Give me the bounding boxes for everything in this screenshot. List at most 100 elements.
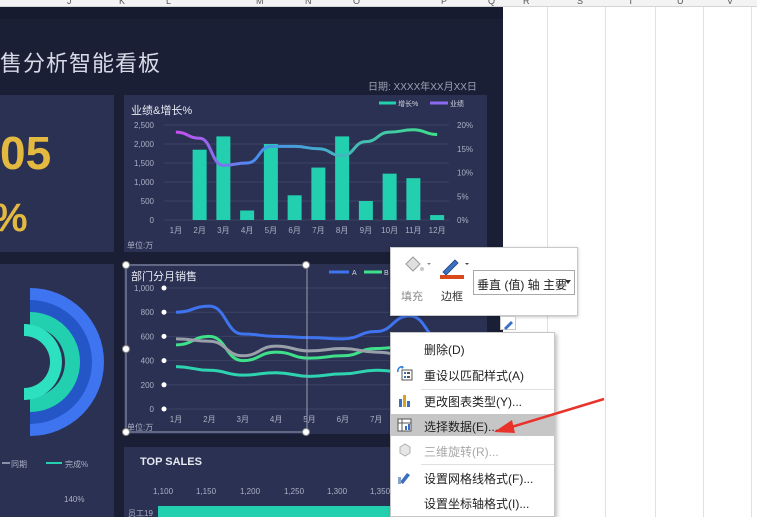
reset-style-icon xyxy=(397,366,413,381)
bar xyxy=(358,201,373,220)
column-header-t[interactable]: T xyxy=(628,0,634,6)
resize-handle-bottom-middle[interactable] xyxy=(302,428,310,436)
y-axis-tick: 2,000 xyxy=(134,140,155,149)
menu-item-label: 重设以匹配样式(A) xyxy=(424,369,524,383)
column-header-m[interactable]: M xyxy=(256,0,264,6)
menu-item-gridline-format[interactable]: 设置网格线格式(F)... xyxy=(391,466,554,488)
bar xyxy=(192,149,207,220)
x-axis-tick: 7月 xyxy=(370,415,382,424)
x-axis-tick: 9月 xyxy=(360,226,372,235)
y-axis-tick: 1,000 xyxy=(134,284,155,293)
x-axis-tick: 4月 xyxy=(241,226,253,235)
column-header-v[interactable]: V xyxy=(727,0,733,6)
y2-axis-tick: 10% xyxy=(457,169,473,178)
legend-label: B xyxy=(384,270,389,277)
top-sales-title: TOP SALES xyxy=(140,456,202,468)
completion-legend-glyphs xyxy=(2,462,62,464)
x-axis-tick: 3月 xyxy=(217,226,229,235)
menu-item-axis-format[interactable]: 设置坐标轴格式(I)... xyxy=(391,491,554,513)
menu-item-label: 选择数据(E)... xyxy=(424,420,498,434)
axis-handle xyxy=(161,382,167,388)
column-header-n[interactable]: N xyxy=(305,0,312,6)
y-axis-tick: 0 xyxy=(150,216,155,225)
column-header-s[interactable]: S xyxy=(577,0,583,6)
x-axis-tick: 2月 xyxy=(193,226,205,235)
kpi-value: 05 xyxy=(0,127,52,179)
column-header-l[interactable]: L xyxy=(166,0,171,6)
chart-element-dropdown[interactable]: 垂直 (值) 轴 主要 xyxy=(473,270,575,295)
column-header-r[interactable]: R xyxy=(523,0,530,6)
x-axis-tick: 4月 xyxy=(270,415,282,424)
y-axis-tick: 0 xyxy=(150,405,155,414)
x-axis-tick: 1月 xyxy=(170,415,182,424)
axis-handle xyxy=(161,406,167,412)
resize-handle-top-left[interactable] xyxy=(122,261,130,269)
x-axis-tick: 6月 xyxy=(288,226,300,235)
x-axis-tick: 12月 xyxy=(429,226,446,235)
y-axis-tick: 1,500 xyxy=(134,159,155,168)
x-axis-tick: 6月 xyxy=(337,415,349,424)
column-header-u[interactable]: U xyxy=(677,0,684,6)
column-header-o[interactable]: O xyxy=(353,0,360,6)
column-header-strip: J K L M N O P Q R S T U V xyxy=(0,0,757,7)
menu-item-3d-rotation[interactable]: 三维旋转(R)... xyxy=(391,439,554,461)
gridline xyxy=(751,7,752,517)
x-axis-tick: 3月 xyxy=(237,415,249,424)
menu-item-delete[interactable]: 删除(D) xyxy=(391,337,554,359)
column-header-j[interactable]: J xyxy=(67,0,72,6)
axis-handle xyxy=(161,285,167,291)
fill-label[interactable]: 填充 xyxy=(401,288,423,304)
legend-same-period: 同期 xyxy=(11,460,27,469)
bar xyxy=(335,136,350,220)
chevron-down-icon xyxy=(565,280,571,284)
annotation-arrow xyxy=(494,397,605,433)
y-axis-tick: 400 xyxy=(141,357,155,366)
resize-handle-bottom-left[interactable] xyxy=(122,428,130,436)
bar xyxy=(430,215,445,220)
y2-axis-tick: 0% xyxy=(457,216,469,225)
gridline-format-icon xyxy=(398,473,410,484)
top-sales-tick: 1,300 xyxy=(327,487,348,496)
x-axis-tick: 10月 xyxy=(381,226,398,235)
column-header-q[interactable]: Q xyxy=(488,0,495,6)
menu-item-label: 设置坐标轴格式(I)... xyxy=(424,497,530,511)
border-label[interactable]: 边框 xyxy=(441,288,463,304)
y-axis-tick: 500 xyxy=(141,197,155,206)
y-axis-tick: 1,000 xyxy=(134,178,155,187)
bar xyxy=(240,210,255,220)
top-sales-tick: 1,150 xyxy=(196,487,217,496)
date-label: 日期: XXXX年XX月XX日 xyxy=(368,82,477,93)
performance-chart[interactable]: 增长% 业绩 2,500 2,000 1,500 1,000 500 0 20% 15% 10% 5… xyxy=(124,95,487,252)
kpi-percent: % xyxy=(0,196,28,241)
resize-handle-top-middle[interactable] xyxy=(302,261,310,269)
x-axis-tick: 5月 xyxy=(303,415,315,424)
y-axis-tick: 2,500 xyxy=(134,121,155,130)
top-sales-tick: 1,250 xyxy=(284,487,305,496)
donut-chart[interactable] xyxy=(0,264,114,447)
top-sales-row-label: 员工19 xyxy=(128,509,153,517)
brush-icon xyxy=(504,321,513,330)
brush-tool-button[interactable] xyxy=(500,316,516,330)
menu-item-reset-style[interactable]: 重设以匹配样式(A) xyxy=(391,363,554,385)
legend-completion: 完成% xyxy=(65,460,89,469)
x-axis-tick: 7月 xyxy=(312,226,324,235)
top-sales-tick: 1,200 xyxy=(240,487,261,496)
x-axis-tick: 8月 xyxy=(336,226,348,235)
dashboard-top-bar xyxy=(0,7,503,19)
resize-handle-middle-left[interactable] xyxy=(122,345,130,353)
menu-separator xyxy=(421,464,554,465)
bar xyxy=(287,195,302,220)
bar xyxy=(382,173,397,220)
fill-bucket-icon[interactable] xyxy=(401,254,431,276)
bar xyxy=(216,136,231,220)
x-axis-tick: 1月 xyxy=(170,226,182,235)
top-sales-bar[interactable] xyxy=(158,506,390,517)
y2-axis-tick: 15% xyxy=(457,145,473,154)
y-axis-tick: 200 xyxy=(141,381,155,390)
border-pen-icon[interactable] xyxy=(439,254,471,280)
bar xyxy=(311,167,326,220)
column-header-p[interactable]: P xyxy=(441,0,447,6)
format-mini-toolbar: 填充 边框 垂直 (值) 轴 主要 xyxy=(390,247,578,316)
top-sales-tick: 1,350 xyxy=(370,487,391,496)
column-header-k[interactable]: K xyxy=(119,0,125,6)
